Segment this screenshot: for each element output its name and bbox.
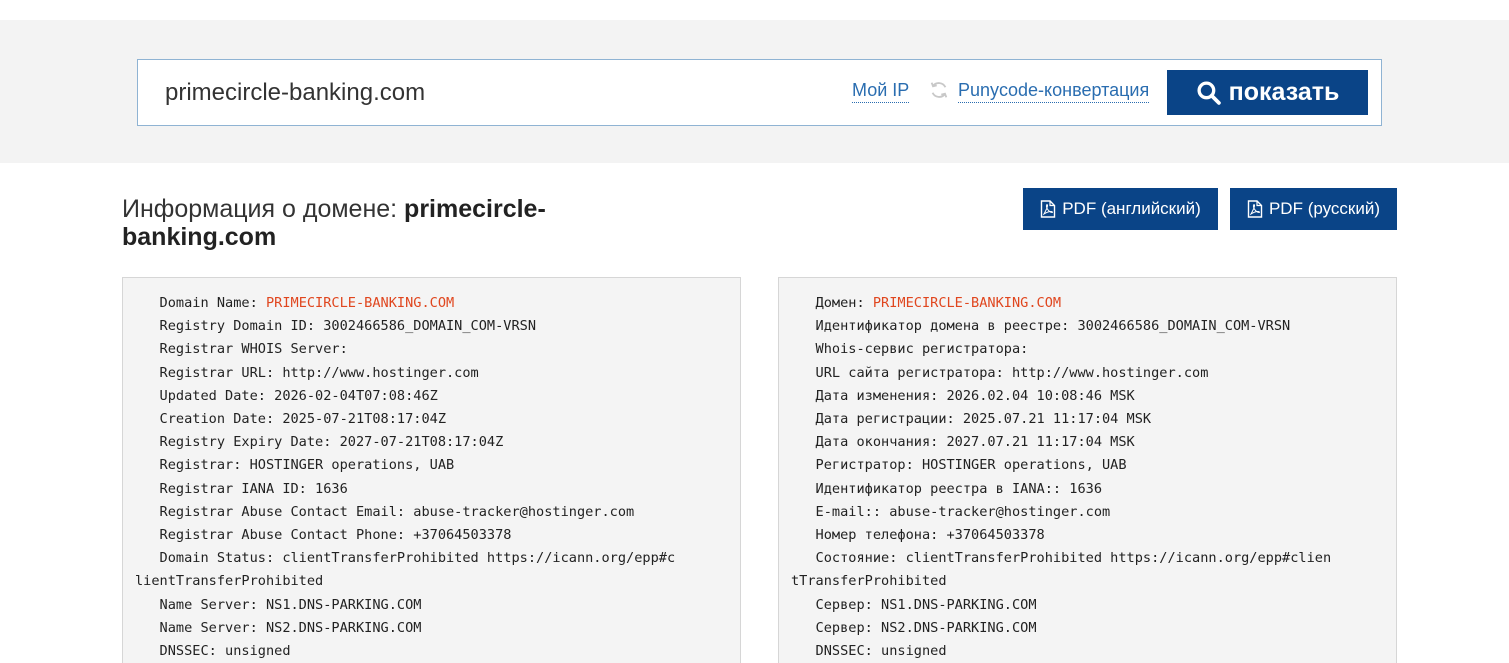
whois-line: lientTransferProhibited [135, 573, 324, 590]
pdf-english-button[interactable]: PDF (английский) [1023, 188, 1218, 230]
whois-line: Номер телефона: +37064503378 [791, 527, 1045, 544]
refresh-icon [928, 79, 950, 101]
whois-line: Name Server: NS2.DNS-PARKING.COM [135, 619, 422, 636]
whois-line: Домен: PRIMECIRCLE-BANKING.COM [791, 295, 1062, 311]
whois-line: Registrar WHOIS Server: [135, 341, 348, 358]
whois-line: Registrar Abuse Contact Email: abuse-tra… [135, 503, 635, 520]
pdf-file-icon [1041, 200, 1056, 218]
show-button[interactable]: показать [1167, 70, 1368, 115]
whois-line: Дата регистрации: 2025.07.21 11:17:04 MS… [791, 411, 1152, 428]
show-button-label: показать [1228, 78, 1340, 106]
whois-line: Сервер: NS1.DNS-PARKING.COM [791, 596, 1037, 613]
whois-line: E-mail:: abuse-tracker@hostinger.com [791, 503, 1111, 520]
whois-line: Whois-сервис регистратора: [791, 341, 1029, 358]
whois-line: DNSSEC: unsigned [135, 643, 291, 660]
whois-line: Дата окончания: 2027.07.21 11:17:04 MSK [791, 434, 1135, 451]
whois-line: Domain Name: PRIMECIRCLE-BANKING.COM [135, 295, 455, 311]
whois-line: Дата изменения: 2026.02.04 10:08:46 MSK [791, 387, 1135, 404]
whois-line: Состояние: clientTransferProhibited http… [791, 550, 1332, 567]
whois-line: Updated Date: 2026-02-04T07:08:46Z [135, 387, 438, 404]
whois-russian-panel: Домен: PRIMECIRCLE-BANKING.COM Идентифик… [778, 277, 1397, 663]
search-band: Мой IP Punycode-конвертация показать [0, 20, 1509, 163]
whois-line: Name Server: NS1.DNS-PARKING.COM [135, 596, 422, 613]
whois-line: URL сайта регистратора: http://www.hosti… [791, 364, 1209, 381]
whois-line: tTransferProhibited [791, 573, 947, 590]
whois-line: Registrar Abuse Contact Phone: +37064503… [135, 527, 512, 544]
whois-line: Сервер: NS2.DNS-PARKING.COM [791, 619, 1037, 636]
whois-english-panel: Domain Name: PRIMECIRCLE-BANKING.COM Reg… [122, 277, 741, 663]
whois-line: Registry Expiry Date: 2027-07-21T08:17:0… [135, 434, 504, 451]
whois-line: Registrar: HOSTINGER operations, UAB [135, 457, 455, 474]
pdf-russian-label: PDF (русский) [1268, 199, 1381, 218]
search-box: Мой IP Punycode-конвертация показать [137, 59, 1382, 126]
punycode-link[interactable]: Punycode-конвертация [958, 78, 1150, 103]
whois-line: Domain Status: clientTransferProhibited … [135, 550, 676, 567]
my-ip-link[interactable]: Мой IP [852, 78, 910, 103]
pdf-russian-button[interactable]: PDF (русский) [1230, 188, 1397, 230]
whois-line: Creation Date: 2025-07-21T08:17:04Z [135, 411, 446, 428]
whois-line: Регистратор: HOSTINGER operations, UAB [791, 457, 1127, 474]
pdf-file-icon [1247, 200, 1263, 218]
domain-name-value: PRIMECIRCLE-BANKING.COM [872, 295, 1062, 311]
domain-name-value: PRIMECIRCLE-BANKING.COM [265, 295, 455, 311]
search-icon [1197, 81, 1221, 105]
whois-line: Registry Domain ID: 3002466586_DOMAIN_CO… [135, 318, 537, 335]
page-title: Информация о домене: primecircle-banking… [122, 195, 546, 251]
whois-line: Идентификатор домена в реестре: 30024665… [791, 318, 1291, 335]
pdf-english-label: PDF (английский) [1062, 199, 1201, 218]
whois-line: Идентификатор реестра в IANA:: 1636 [791, 480, 1102, 497]
whois-line: DNSSEC: unsigned [791, 643, 947, 660]
domain-search-input[interactable] [165, 78, 805, 108]
whois-line: Registrar IANA ID: 1636 [135, 480, 348, 497]
whois-line: Registrar URL: http://www.hostinger.com [135, 364, 479, 381]
